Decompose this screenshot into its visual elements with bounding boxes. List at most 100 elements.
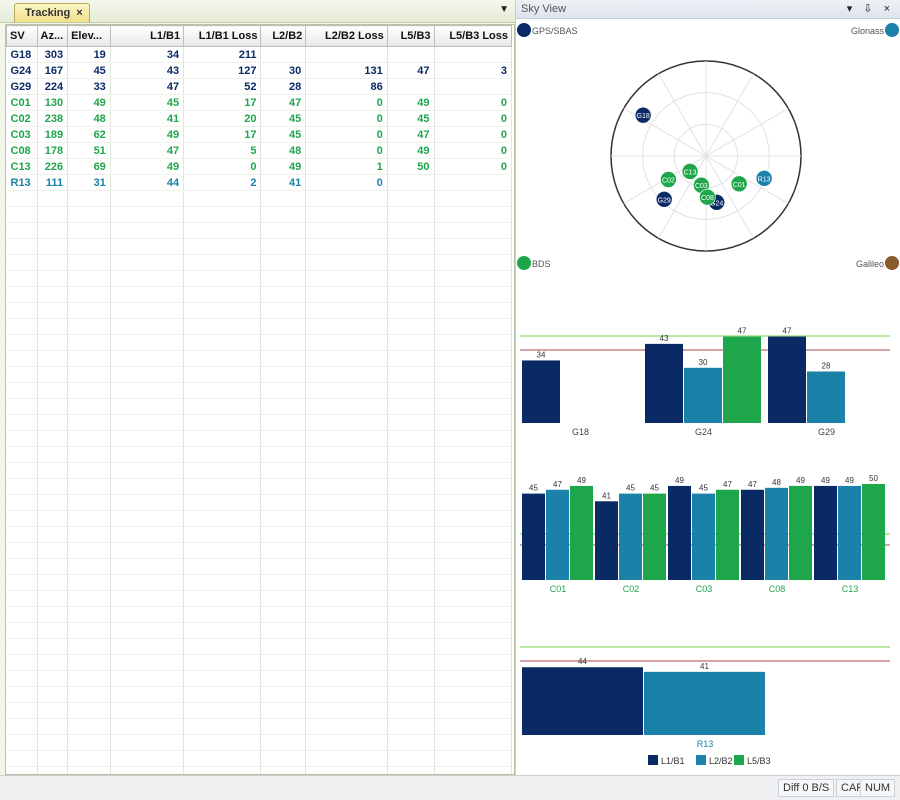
bar[interactable] <box>684 367 722 423</box>
table-row[interactable]: C03 189 62 49 17 45 0 47 0 <box>6 126 513 143</box>
column-header[interactable]: SV <box>6 25 38 47</box>
empty-cell <box>67 222 111 239</box>
empty-cell <box>37 734 69 751</box>
tracking-table-area[interactable]: SV Az... Elev... L1/B1 L1/B1 Loss L2/B2 L2/B2 … <box>5 24 515 775</box>
empty-cell <box>183 382 262 399</box>
bar[interactable] <box>668 485 691 580</box>
empty-cell <box>260 718 307 735</box>
bar[interactable] <box>522 667 643 735</box>
empty-cell <box>37 526 69 543</box>
tab-tracking[interactable]: Tracking × <box>14 3 90 22</box>
constellation-label: GPS/SBAS <box>532 26 578 36</box>
empty-cell <box>305 686 388 703</box>
bar[interactable] <box>546 489 569 580</box>
bar[interactable] <box>862 484 885 580</box>
tracking-table: SV Az... Elev... L1/B1 L1/B1 Loss L2/B2 L2/B2 … <box>6 25 513 774</box>
table-cell: 49 <box>110 158 185 175</box>
bar[interactable] <box>789 485 812 580</box>
empty-cell <box>434 734 513 751</box>
table-cell: 130 <box>37 94 69 111</box>
table-row[interactable]: C08 178 51 47 5 48 0 49 0 <box>6 142 513 159</box>
empty-cell <box>37 366 69 383</box>
bar[interactable] <box>595 501 618 580</box>
bar[interactable] <box>741 489 764 580</box>
table-row[interactable]: C13 226 69 49 0 49 1 50 0 <box>6 158 513 175</box>
bar-value-label: 45 <box>699 484 708 493</box>
column-header[interactable]: Elev... <box>67 25 111 47</box>
empty-cell <box>260 542 307 559</box>
bar[interactable] <box>643 493 666 580</box>
empty-cell <box>387 318 435 335</box>
bar[interactable] <box>522 360 560 423</box>
bar[interactable] <box>644 671 765 735</box>
column-header[interactable]: L1/B1 Loss <box>183 25 262 47</box>
empty-cell <box>305 478 388 495</box>
table-row[interactable]: R13 111 31 44 2 41 0 <box>6 174 513 191</box>
empty-cell <box>387 734 435 751</box>
bar[interactable] <box>814 485 837 580</box>
bar-value-label: 49 <box>675 476 684 485</box>
bar[interactable] <box>570 485 593 580</box>
legend-label: L1/B1 <box>661 756 685 766</box>
empty-cell <box>305 238 388 255</box>
empty-cell <box>183 670 262 687</box>
empty-cell <box>37 702 69 719</box>
column-header[interactable]: L2/B2 Loss <box>305 25 388 47</box>
pane-controls-icon[interactable]: ▾ ⇩ × <box>847 0 894 18</box>
column-header[interactable]: Az... <box>36 25 69 47</box>
empty-cell <box>6 462 38 479</box>
bar[interactable] <box>723 336 761 423</box>
bar[interactable] <box>645 343 683 423</box>
empty-cell <box>37 414 69 431</box>
empty-cell <box>67 478 111 495</box>
bar[interactable] <box>522 493 545 580</box>
empty-cell <box>183 606 262 623</box>
column-header[interactable]: L5/B3 <box>386 25 435 47</box>
table-row[interactable]: G24 167 45 43 127 30 131 47 3 <box>6 62 513 79</box>
table-cell: 49 <box>67 94 111 111</box>
bar[interactable] <box>768 336 806 423</box>
empty-cell <box>37 238 69 255</box>
bar-value-label: 41 <box>602 491 611 500</box>
bar-value-label: 28 <box>822 361 831 370</box>
empty-cell <box>67 654 111 671</box>
empty-cell <box>6 574 38 591</box>
empty-cell <box>6 382 38 399</box>
empty-cell <box>6 478 38 495</box>
chevron-down-icon[interactable]: ▼ <box>499 4 509 15</box>
empty-cell <box>110 606 185 623</box>
bar[interactable] <box>692 493 715 580</box>
bar[interactable] <box>838 485 861 580</box>
empty-cell <box>434 654 513 671</box>
table-cell: 49 <box>387 94 435 111</box>
category-label: G18 <box>572 427 589 437</box>
bar[interactable] <box>765 487 788 580</box>
empty-cell <box>260 350 307 367</box>
empty-cell <box>183 206 262 223</box>
table-row[interactable]: G18 303 19 34 211 <box>6 46 513 63</box>
bar[interactable] <box>807 371 845 423</box>
table-cell: 45 <box>67 62 111 79</box>
column-header[interactable]: L5/B3 Loss <box>433 25 513 47</box>
empty-cell <box>305 430 388 447</box>
table-cell: 45 <box>260 126 307 143</box>
bar[interactable] <box>716 489 739 580</box>
column-header[interactable]: L1/B1 <box>109 25 185 47</box>
table-cell: 178 <box>37 142 69 159</box>
empty-row <box>6 734 513 751</box>
table-row[interactable]: G29 224 33 47 52 28 86 <box>6 78 513 95</box>
table-row[interactable]: C01 130 49 45 17 47 0 49 0 <box>6 94 513 111</box>
table-cell: 48 <box>260 142 307 159</box>
empty-row <box>6 654 513 671</box>
empty-cell <box>6 702 38 719</box>
column-header[interactable]: L2/B2 <box>260 25 307 47</box>
empty-cell <box>183 318 262 335</box>
empty-cell <box>110 558 185 575</box>
table-row[interactable]: C02 238 48 41 20 45 0 45 0 <box>6 110 513 127</box>
bar[interactable] <box>619 493 642 580</box>
table-cell: 0 <box>305 94 388 111</box>
empty-cell <box>305 510 388 527</box>
empty-row <box>6 446 513 463</box>
close-icon[interactable]: × <box>76 4 82 22</box>
empty-cell <box>110 542 185 559</box>
